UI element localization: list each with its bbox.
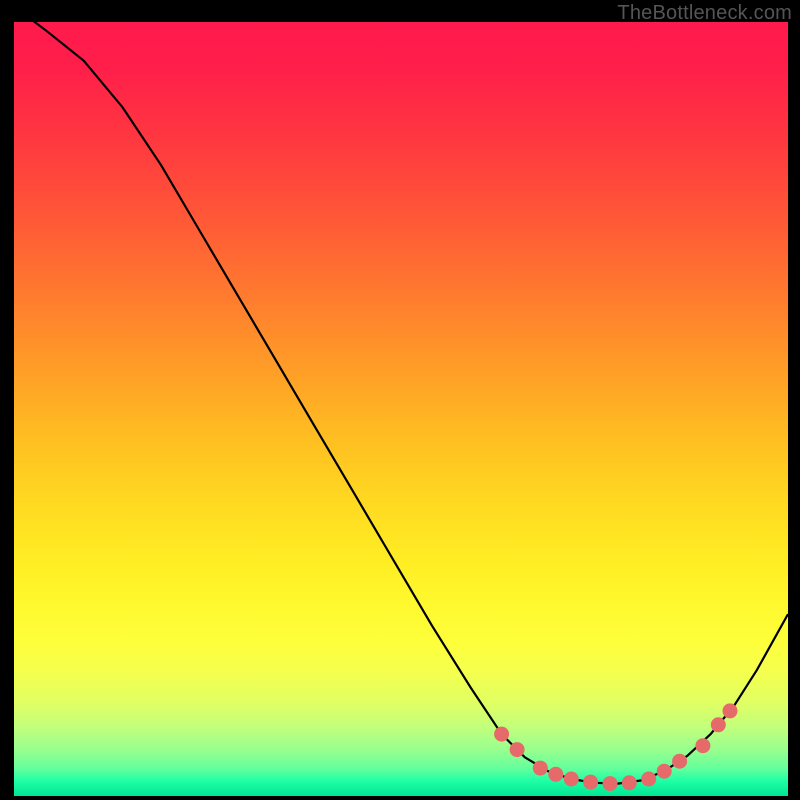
highlight-marker xyxy=(583,775,598,790)
highlight-marker xyxy=(711,717,726,732)
highlight-marker xyxy=(695,738,710,753)
chart-svg xyxy=(14,22,788,796)
bottleneck-curve xyxy=(14,7,788,784)
marker-group xyxy=(494,703,737,791)
highlight-marker xyxy=(723,703,738,718)
watermark-text: TheBottleneck.com xyxy=(617,2,792,25)
highlight-marker xyxy=(510,742,525,757)
highlight-marker xyxy=(672,754,687,769)
highlight-marker xyxy=(533,761,548,776)
highlight-marker xyxy=(622,775,637,790)
highlight-marker xyxy=(548,767,563,782)
highlight-marker xyxy=(603,776,618,791)
highlight-marker xyxy=(657,764,672,779)
highlight-marker xyxy=(564,772,579,787)
highlight-marker xyxy=(494,727,509,742)
highlight-marker xyxy=(641,772,656,787)
